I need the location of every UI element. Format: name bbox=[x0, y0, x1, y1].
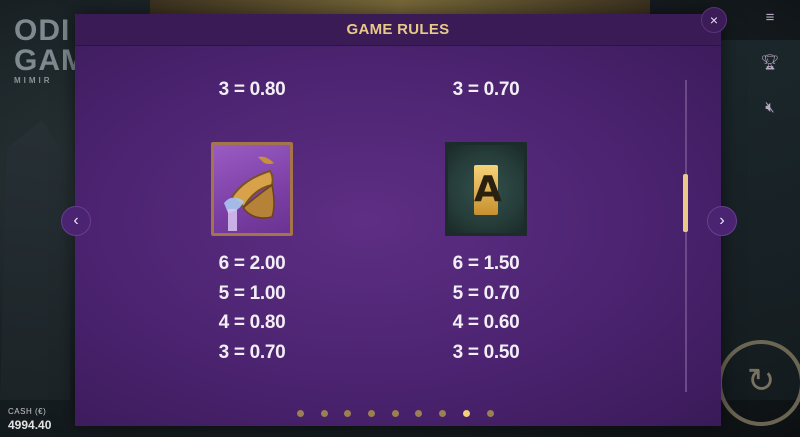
paytable-column-2-top: 3 = 0.70 bbox=[406, 75, 566, 105]
scrollbar-thumb[interactable] bbox=[683, 174, 688, 232]
next-page-button[interactable]: › bbox=[707, 206, 737, 236]
chevron-right-icon: › bbox=[719, 212, 725, 229]
reel-frame-top bbox=[150, 0, 650, 14]
menu-icon[interactable]: ≡ bbox=[759, 7, 781, 29]
payout-line: 6 = 1.50 bbox=[452, 253, 520, 274]
payout-line: 3 = 0.70 bbox=[452, 79, 520, 100]
cash-label: CASH (€) bbox=[8, 407, 47, 416]
payout-line: 6 = 2.00 bbox=[218, 253, 286, 274]
chevron-left-icon: ‹ bbox=[73, 212, 79, 229]
spin-icon: ↻ bbox=[746, 362, 776, 400]
payout-line: 5 = 0.70 bbox=[452, 282, 520, 304]
spin-button[interactable]: ↻ bbox=[718, 340, 800, 426]
page-dot[interactable] bbox=[486, 410, 494, 418]
game-logo: ODI GAM MIMIR bbox=[14, 14, 87, 106]
payout-line: 3 = 0.80 bbox=[218, 79, 286, 100]
trophy-icon[interactable]: 🏆︎ bbox=[759, 52, 781, 74]
payout-line: 4 = 0.80 bbox=[218, 312, 286, 333]
payout-line: 4 = 0.60 bbox=[452, 312, 520, 333]
previous-page-button[interactable]: ‹ bbox=[61, 206, 91, 236]
page-dot[interactable] bbox=[320, 410, 328, 418]
horn-graphic bbox=[224, 156, 275, 231]
paytable-column-1: 6 = 2.00 5 = 1.00 4 = 0.80 3 = 0.70 bbox=[172, 249, 332, 367]
cash-value: 4994.40 bbox=[8, 418, 52, 432]
payout-line: 3 = 0.50 bbox=[452, 341, 520, 363]
sound-muted-icon[interactable]: 🔇︎ bbox=[759, 97, 781, 119]
horn-icon bbox=[211, 142, 293, 236]
game-screen: ODI GAM MIMIR ≡ 🏆︎ 🔇︎ ↻ CASH (€) 4994.40… bbox=[0, 0, 800, 437]
rune-a-icon: A bbox=[445, 142, 527, 236]
close-button[interactable]: × bbox=[701, 7, 727, 33]
payout-line: 5 = 1.00 bbox=[218, 282, 286, 304]
paytable-column-1-top: 3 = 0.80 bbox=[172, 75, 332, 105]
paytable-column-2: 6 = 1.50 5 = 0.70 4 = 0.60 3 = 0.50 bbox=[406, 249, 566, 367]
page-indicator bbox=[297, 405, 510, 418]
background-tower bbox=[0, 120, 70, 400]
logo-line-1: ODI bbox=[14, 14, 71, 47]
close-icon: × bbox=[709, 12, 719, 28]
logo-line-2: GAM bbox=[14, 44, 87, 77]
rune-a-glyph: A bbox=[474, 165, 502, 215]
logo-subtitle: MIMIR bbox=[14, 76, 53, 85]
payout-line: 3 = 0.70 bbox=[218, 341, 286, 363]
scrollbar-track[interactable] bbox=[685, 80, 687, 392]
page-dot[interactable] bbox=[391, 410, 399, 418]
dialog-title: GAME RULES bbox=[346, 21, 450, 38]
